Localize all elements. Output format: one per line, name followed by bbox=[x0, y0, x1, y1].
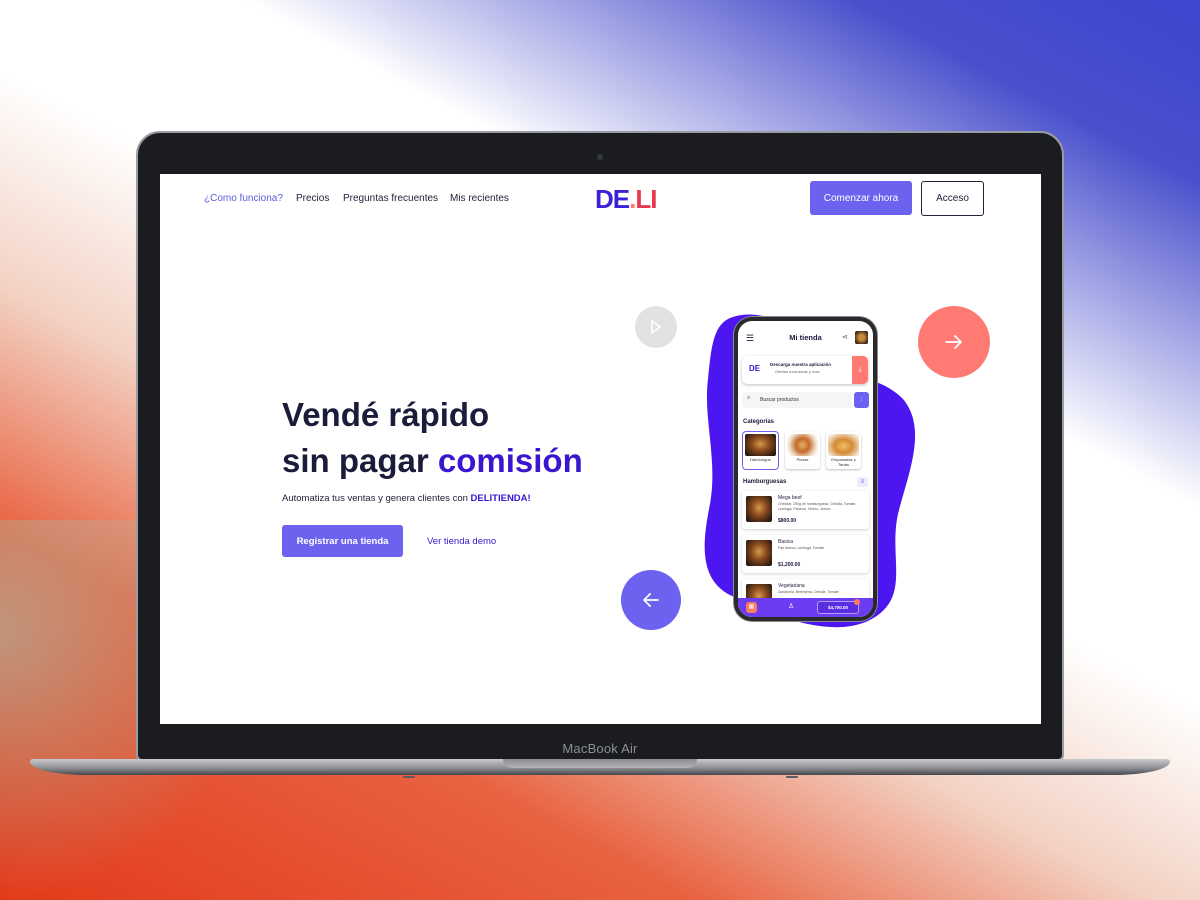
product-price: $1,200.00 bbox=[778, 562, 801, 568]
product-image bbox=[746, 540, 772, 566]
hero-title: Vendé rápido sin pagar comisión bbox=[282, 392, 583, 484]
category-label: Empanadas y Tartas bbox=[831, 457, 856, 467]
play-icon bbox=[651, 320, 661, 334]
login-button[interactable]: Acceso bbox=[921, 181, 984, 216]
product-description: Zanahoria, Berenjena, Cebolla, Tomate bbox=[778, 590, 839, 594]
product-search-input[interactable]: ⌕ Buscar productos bbox=[742, 392, 852, 408]
arrow-left-icon bbox=[643, 593, 659, 607]
banner-title: Descarga nuestra aplicación bbox=[770, 362, 832, 367]
category-image bbox=[787, 434, 818, 456]
arrow-right-icon bbox=[945, 335, 962, 349]
camera-icon bbox=[597, 154, 603, 160]
register-store-button[interactable]: Registrar una tienda bbox=[282, 525, 403, 557]
category-label: Pizzas bbox=[796, 457, 809, 462]
download-app-banner[interactable]: DE Descarga nuestra aplicación Ofertas e… bbox=[742, 356, 868, 384]
nav-link-preguntas-frecuentes[interactable]: Preguntas frecuentes bbox=[343, 193, 438, 204]
banner-logo: DE bbox=[749, 364, 761, 373]
laptop-notch bbox=[503, 759, 697, 768]
laptop-foot bbox=[786, 776, 798, 778]
nav-link-precios[interactable]: Precios bbox=[296, 193, 329, 204]
hero-subtitle-brand: DELITIENDA! bbox=[470, 493, 531, 504]
hero-subtitle: Automatiza tus ventas y genera clientes … bbox=[282, 493, 531, 504]
user-icon[interactable]: ♙ bbox=[788, 602, 794, 610]
phone-title: Mi tienda bbox=[789, 333, 822, 342]
category-card[interactable]: Empanadas y Tartas bbox=[826, 432, 861, 469]
list-view-icon[interactable]: ≡ bbox=[857, 477, 868, 487]
deli-logo[interactable]: DE.LI bbox=[595, 184, 657, 215]
banner-subtitle: Ofertas exclusivas y mas bbox=[775, 369, 820, 374]
categories-title: Categorías bbox=[743, 419, 775, 425]
nav-link-mis-recientes[interactable]: Mis recientes bbox=[450, 193, 509, 204]
logo-part-de: DE bbox=[595, 184, 630, 214]
nav-link-como-funciona[interactable]: ¿Como funciona? bbox=[204, 193, 283, 204]
phone-screen: ☰ Mi tienda ⋖ DE Descarga nuestra aplica… bbox=[738, 321, 873, 617]
laptop-foot bbox=[403, 776, 415, 778]
hero-title-line1: Vendé rápido bbox=[282, 396, 490, 433]
search-placeholder: Buscar productos bbox=[760, 397, 799, 403]
product-description: Cheddar, 250g de hamburguesa, Cebolla, T… bbox=[778, 502, 857, 511]
phone-mockup: ☰ Mi tienda ⋖ DE Descarga nuestra aplica… bbox=[734, 317, 877, 621]
browser-screen: ¿Como funciona? Precios Preguntas frecue… bbox=[160, 174, 1041, 724]
products-section-title: Hamburguesas bbox=[743, 479, 787, 485]
product-name: Basica bbox=[778, 539, 794, 545]
product-name: Vegetariana bbox=[778, 583, 805, 589]
category-card[interactable]: Hamburgue bbox=[743, 432, 778, 469]
share-icon[interactable]: ⋖ bbox=[842, 333, 848, 341]
store-avatar[interactable] bbox=[855, 331, 868, 344]
hero-title-line2-part: sin pagar bbox=[282, 442, 438, 479]
demo-store-link[interactable]: Ver tienda demo bbox=[427, 536, 496, 547]
category-label: Hamburgue bbox=[750, 457, 771, 462]
hero-title-highlight: comisión bbox=[437, 442, 583, 479]
next-slide-button[interactable] bbox=[918, 306, 990, 378]
search-icon: ⌕ bbox=[747, 395, 751, 401]
category-image bbox=[745, 434, 776, 456]
grid-home-icon[interactable]: ▦ bbox=[746, 602, 757, 613]
start-now-button[interactable]: Comenzar ahora bbox=[810, 181, 912, 215]
filter-icon[interactable]: ⫶ bbox=[854, 392, 869, 408]
category-card[interactable]: Pizzas bbox=[785, 432, 820, 469]
download-icon[interactable]: ⤓ bbox=[852, 356, 868, 384]
product-name: Mega beef bbox=[778, 495, 802, 501]
laptop-model-label: MacBook Air bbox=[562, 741, 638, 756]
cart-total-button[interactable]: $4,700.00 bbox=[818, 602, 858, 613]
previous-slide-button[interactable] bbox=[621, 570, 681, 630]
category-image bbox=[828, 434, 859, 456]
play-button[interactable] bbox=[635, 306, 677, 348]
hero-subtitle-text: Automatiza tus ventas y genera clientes … bbox=[282, 493, 471, 504]
product-price: $800.00 bbox=[778, 518, 797, 524]
hero-title-line2: sin pagar comisión bbox=[282, 438, 583, 484]
product-card[interactable]: Mega beef Cheddar, 250g de hamburguesa, … bbox=[742, 491, 869, 529]
logo-part-li: LI bbox=[635, 184, 657, 214]
cart-badge bbox=[854, 599, 860, 605]
product-description: Pan blanco, Lechuga, Tomate bbox=[778, 546, 825, 550]
phone-bottom-bar: ▦ ♙ $4,700.00 bbox=[738, 598, 873, 617]
product-image bbox=[746, 496, 772, 522]
product-card[interactable]: Basica Pan blanco, Lechuga, Tomate $1,20… bbox=[742, 535, 869, 573]
